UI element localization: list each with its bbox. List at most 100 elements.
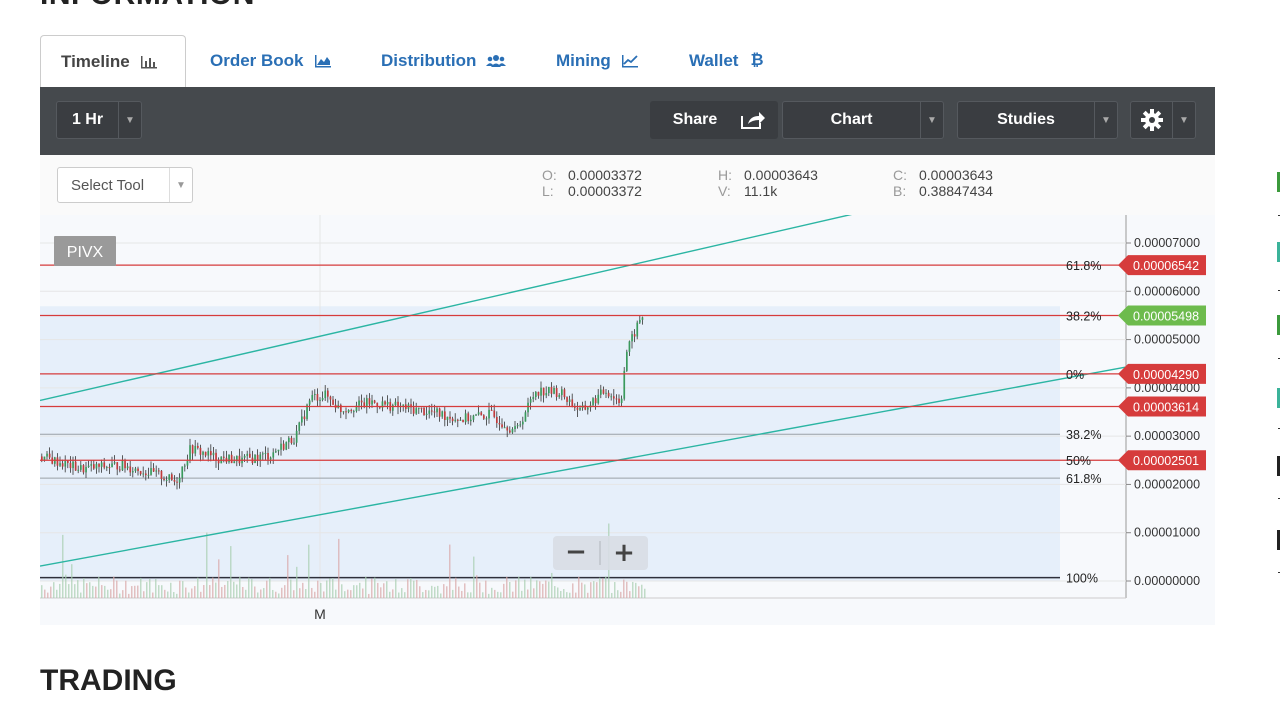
candle-body (462, 419, 464, 423)
price-chart[interactable]: 0.00007000 0.00006000 0.00005000 0.00004000… (39, 190, 1215, 625)
volume-bar (44, 589, 46, 598)
volume-bar (617, 590, 619, 598)
candle-body (615, 398, 618, 400)
candle-body (160, 470, 163, 479)
volume-bar (446, 586, 448, 598)
candle-body (303, 416, 306, 420)
candle-body (568, 399, 571, 402)
candle-body (477, 412, 480, 415)
volume-bar (56, 589, 58, 598)
volume-bar (359, 582, 361, 598)
zoom-controls[interactable]: − + (553, 536, 648, 570)
candle-body (529, 399, 532, 403)
candle-body (215, 452, 217, 461)
zoom-out-button[interactable]: − (565, 537, 587, 567)
candle-body (368, 398, 371, 405)
price-chart-svg[interactable]: 0.000070000.000060000.000050000.00004000… (39, 190, 1215, 625)
section-heading-trading: TRADING (40, 664, 177, 697)
interval-select[interactable]: 1 Hr ▼ (56, 101, 142, 139)
candle-body (485, 418, 488, 420)
candle-body (347, 409, 350, 413)
candle-body (158, 470, 160, 472)
volume-bar (626, 581, 628, 598)
candle-body (178, 477, 181, 483)
candle-body (46, 453, 48, 457)
volume-bar (92, 585, 94, 598)
ohlc-key: B: (893, 183, 907, 199)
fib-level-label: 38.2% (1066, 428, 1101, 442)
candle-body (134, 468, 137, 472)
volume-bar (635, 582, 637, 598)
candle-body (602, 389, 605, 394)
chart-type-select[interactable]: Chart ▼ (782, 101, 944, 139)
tab-order-book[interactable]: Order Book (210, 35, 332, 87)
volume-bar (236, 584, 238, 598)
tab-mining[interactable]: Mining (556, 35, 639, 87)
volume-bar (554, 586, 556, 598)
candle-body (319, 399, 321, 401)
volume-bar (239, 576, 241, 598)
ohlc-volume-value: 11.1k (744, 183, 778, 199)
volume-bar (314, 591, 316, 598)
tab-distribution[interactable]: Distribution (381, 35, 507, 87)
candle-body (535, 391, 537, 397)
candle-body (522, 421, 524, 425)
candle-body (280, 443, 282, 450)
ohlc-group-high-volume: H: 0.00003643 V: 11.1k (718, 167, 818, 199)
candle-body (490, 409, 493, 411)
candle-body (85, 466, 87, 473)
candle-body (438, 408, 441, 417)
volume-bar (302, 582, 304, 598)
volume-bar (260, 589, 262, 598)
candle-body (269, 457, 272, 460)
volume-bar (227, 581, 229, 598)
candle-body (168, 474, 171, 480)
candle-body (459, 419, 462, 421)
candle-body (488, 409, 490, 419)
candle-body (600, 389, 602, 395)
volume-bar (641, 584, 643, 598)
volume-bar (386, 581, 388, 598)
volume-bar (101, 585, 103, 598)
price-level-tag-label: 0.00002501 (1133, 454, 1199, 468)
volume-bar (449, 544, 451, 598)
candle-body (132, 471, 134, 473)
settings-button[interactable]: ▼ (1130, 101, 1196, 139)
zoom-in-button[interactable]: + (613, 538, 635, 568)
candle-body (511, 429, 514, 433)
volume-bar (140, 577, 142, 598)
volume-bar (182, 581, 184, 598)
tab-wallet[interactable]: Wallet ₿ (689, 35, 763, 87)
right-side-panel-edge (1270, 170, 1280, 590)
volume-bar (587, 592, 589, 598)
candle-body (384, 401, 386, 405)
volume-bar (248, 577, 250, 598)
volume-bar (452, 589, 454, 598)
volume-bar (407, 579, 409, 598)
volume-bar (470, 592, 472, 598)
tab-timeline[interactable]: Timeline (40, 35, 186, 88)
volume-bar (644, 588, 646, 598)
candle-body (275, 451, 277, 453)
candle-body (150, 468, 152, 475)
price-level-tag-label: 0.00004290 (1133, 368, 1199, 382)
candle-body (420, 407, 423, 409)
volume-bar (347, 589, 349, 598)
select-tool-dropdown[interactable]: Select Tool ▼ (57, 167, 193, 203)
candle-body (121, 460, 124, 471)
candle-body (74, 461, 77, 471)
volume-bar (338, 538, 340, 598)
studies-select[interactable]: Studies ▼ (957, 101, 1118, 139)
share-button[interactable]: Share (650, 101, 778, 139)
ohlc-base-volume-value: 0.38847434 (919, 183, 993, 199)
volume-bar (614, 582, 616, 598)
candle-body (295, 430, 298, 443)
volume-bar (632, 581, 634, 598)
candle-body (106, 467, 108, 469)
candle-body (550, 386, 553, 394)
candle-body (155, 470, 158, 472)
fib-level-label: 61.8% (1066, 472, 1101, 486)
volume-bar (71, 564, 73, 598)
candle-body (509, 430, 511, 433)
candle-body (48, 453, 51, 458)
